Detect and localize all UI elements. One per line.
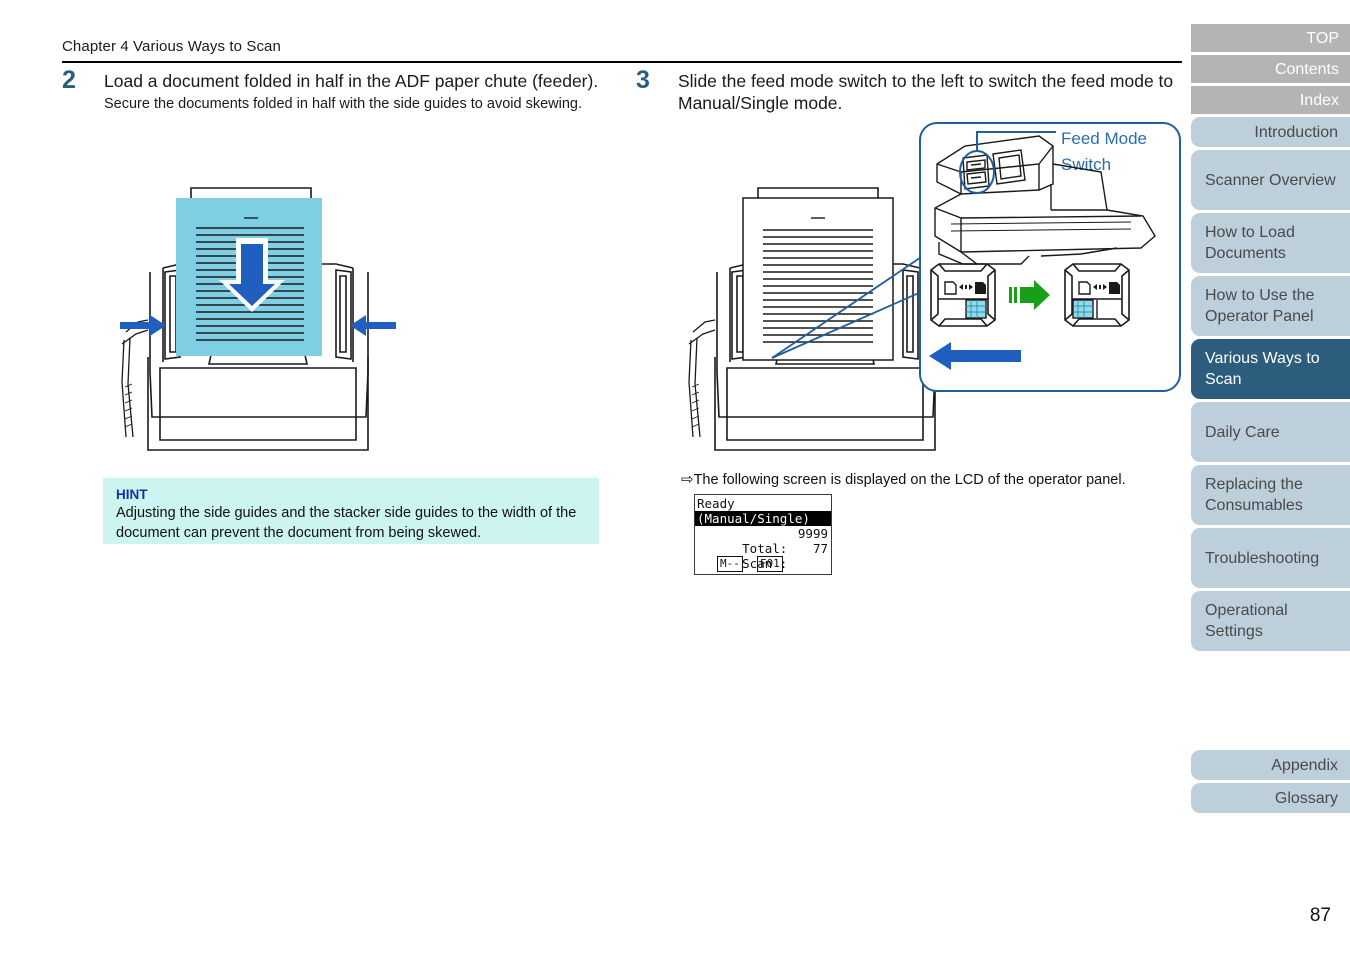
lcd-line-total: Total: 9999 [695,526,831,556]
sidebar-item-troubleshooting[interactable]: Troubleshooting [1191,528,1350,588]
page-number: 87 [1309,905,1331,926]
sidebar-item-label: Glossary [1274,789,1338,807]
sidebar-item-label: How to Use the Operator Panel [1205,287,1315,325]
header-divider [62,61,1182,63]
lcd-line-mode: (Manual/Single) [695,511,831,526]
sidebar-item-label: Scanner Overview [1205,171,1336,189]
hint-text: Adjusting the side guides and the stacke… [116,505,577,541]
document-page: Chapter 4 Various Ways to Scan 2 Load a … [0,0,1350,954]
sidebar-item-introduction[interactable]: Introduction [1191,117,1350,147]
sidebar-item-label: Replacing the Consumables [1205,476,1303,514]
sidebar-item-daily-care[interactable]: Daily Care [1191,402,1350,462]
sidebar-item-label: Daily Care [1205,423,1280,441]
lcd-line-ready: Ready [697,496,735,511]
left-column: 2 Load a document folded in half in the … [62,66,622,114]
sidebar-item-various-ways-to-scan[interactable]: Various Ways to Scan [1191,339,1350,399]
step-2: 2 Load a document folded in half in the … [62,66,622,114]
sidebar-item-label: Introduction [1254,123,1338,141]
lcd-scan-value: 77 [812,541,828,556]
sidebar-item-label: TOP [1306,29,1339,47]
sidebar-item-label: Operational Settings [1205,602,1288,640]
lcd-scan-label: Scan : [742,556,788,571]
sidebar-item-appendix[interactable]: Appendix [1191,750,1350,780]
chapter-header: Chapter 4 Various Ways to Scan [62,38,281,55]
step-3-title: Slide the feed mode switch to the left t… [678,71,1174,113]
right-column: 3 Slide the feed mode switch to the left… [636,66,1184,114]
sidebar-item-how-to-load-documents[interactable]: How to Load Documents [1191,213,1350,273]
sidebar-item-label: Index [1299,91,1339,109]
step-3-number: 3 [636,66,650,94]
sidebar-item-top[interactable]: TOP [1191,24,1350,52]
sidebar-item-how-to-use-operator-panel[interactable]: How to Use the Operator Panel [1191,276,1350,336]
lcd-line-scan: Scan : 77 [695,541,831,571]
sidebar-item-glossary[interactable]: Glossary [1191,783,1350,813]
step-3: 3 Slide the feed mode switch to the left… [636,66,1184,114]
sidebar-item-index[interactable]: Index [1191,86,1350,114]
step-2-number: 2 [62,66,76,94]
sidebar-item-label: Various Ways to Scan [1205,350,1320,388]
lcd-screen: Ready (Manual/Single) Total: 9999 Scan :… [694,494,832,575]
switch-diagram-before [930,263,996,327]
green-arrow-icon [1009,280,1050,310]
sidebar-item-operational-settings[interactable]: Operational Settings [1191,591,1350,651]
sidebar-item-label: Appendix [1271,756,1338,774]
left-arrow-icon [929,342,1021,370]
feed-mode-callout: Feed Mode Switch [919,122,1181,392]
hint-box: HINT Adjusting the side guides and the s… [103,478,599,544]
sidebar-item-label: How to Load Documents [1205,224,1295,262]
step-2-title: Load a document folded in half in the AD… [104,71,599,91]
figure-scanner-load-document [108,172,408,462]
hint-title: HINT [116,487,148,502]
step-2-subtext: Secure the documents folded in half with… [104,96,582,112]
lcd-note-text: The following screen is displayed on the… [693,472,1126,488]
switch-diagram-after [1064,263,1130,327]
sidebar-item-scanner-overview[interactable]: Scanner Overview [1191,150,1350,210]
lcd-note: ⇨The following screen is displayed on th… [681,470,1181,490]
sidebar-item-contents[interactable]: Contents [1191,55,1350,83]
document-sheet-plain [742,197,894,361]
sidebar-item-label: Troubleshooting [1205,549,1320,567]
sidebar-navigation: TOP Contents Index Introduction Scanner … [1191,24,1350,816]
sidebar-item-replacing-the-consumables[interactable]: Replacing the Consumables [1191,465,1350,525]
arrow-right-icon: ⇨ [681,471,694,488]
sidebar-item-label: Contents [1274,60,1339,78]
lcd-total-value: 9999 [797,526,828,541]
